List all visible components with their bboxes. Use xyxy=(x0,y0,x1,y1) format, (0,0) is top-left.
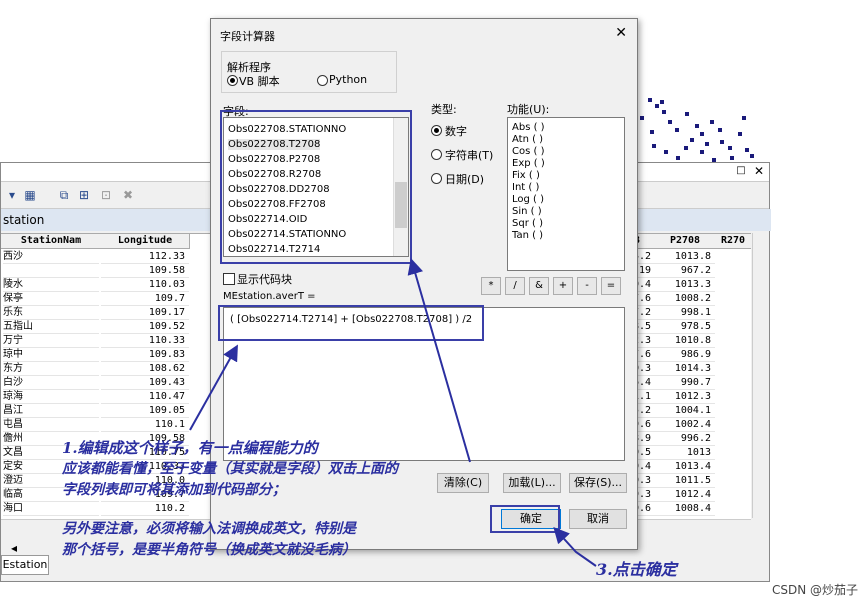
annotation-line2: 应该都能看懂，至于变量（其实就是字段）双击上面的 xyxy=(62,461,398,477)
arrow-to-fields xyxy=(407,258,471,463)
annotation-step3: 3.点击确定 xyxy=(596,560,677,579)
arrow-to-ok xyxy=(553,527,597,567)
arrow-to-expression xyxy=(189,344,238,431)
annotation-line4: 另外要注意，必须将输入法调换成英文，特别是 xyxy=(62,521,356,537)
annotation-line5: 那个括号，是要半角符号（换成英文就没毛病） xyxy=(62,542,356,558)
annotation-line1: 1.编辑成这个样子，有一点编程能力的 xyxy=(62,439,318,457)
watermark: CSDN @炒茄子 xyxy=(771,583,858,597)
annotation-line3: 字段列表即可将其添加到代码部分； xyxy=(62,482,286,498)
annotation-arrows xyxy=(189,258,597,567)
